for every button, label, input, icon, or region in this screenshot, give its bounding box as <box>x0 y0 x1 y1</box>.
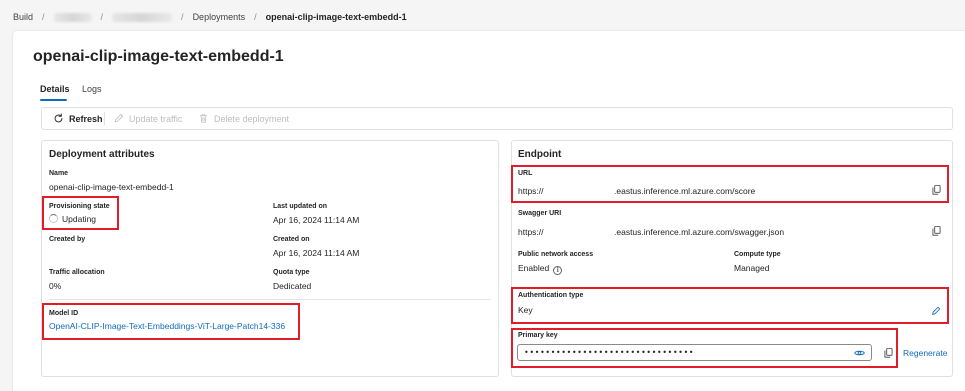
update-traffic-label: Update traffic <box>129 113 183 124</box>
public-network-access-text: Enabled <box>518 263 550 273</box>
last-updated-value: Apr 16, 2024 11:14 AM <box>273 215 360 225</box>
refresh-button[interactable]: Refresh <box>53 108 103 129</box>
public-network-access-value: Enabled i <box>518 263 563 275</box>
name-value: openai-clip-image-text-embedd-1 <box>49 182 174 192</box>
delete-deployment-label: Delete deployment <box>214 113 290 124</box>
refresh-icon <box>54 113 63 123</box>
update-traffic-button[interactable]: Update traffic <box>113 108 182 129</box>
swagger-prefix: https:// <box>518 227 544 237</box>
created-on-value: Apr 16, 2024 11:14 AM <box>273 248 360 258</box>
last-updated-label: Last updated on <box>273 203 328 210</box>
breadcrumb-deployments[interactable]: Deployments <box>193 12 246 22</box>
toolbar-divider <box>104 112 105 125</box>
highlight-model-id <box>42 303 300 340</box>
command-bar: Refresh Update traffic Delete deployment <box>41 107 953 130</box>
compute-type-label: Compute type <box>734 251 781 258</box>
public-network-access-label: Public network access <box>518 251 594 258</box>
quota-type-label: Quota type <box>273 269 310 276</box>
breadcrumb-separator: / <box>100 12 104 22</box>
section-divider <box>49 299 491 300</box>
deployment-attributes-panel <box>41 140 499 377</box>
copy-icon[interactable] <box>932 226 941 236</box>
active-tab-indicator <box>40 99 67 101</box>
info-icon[interactable]: i <box>553 266 563 275</box>
created-by-label: Created by <box>49 236 86 243</box>
delete-deployment-button[interactable]: Delete deployment <box>198 108 289 129</box>
tab-logs[interactable]: Logs <box>82 83 102 101</box>
breadcrumb-separator: / <box>254 12 257 22</box>
name-label: Name <box>49 170 69 177</box>
endpoint-heading: Endpoint <box>518 149 562 160</box>
breadcrumb-redacted-2[interactable] <box>112 12 173 22</box>
breadcrumb-redacted-1[interactable] <box>53 12 92 22</box>
highlight-provisioning-state <box>42 196 119 230</box>
regenerate-button[interactable]: Regenerate <box>903 348 947 358</box>
page-title: openai-clip-image-text-embedd-1 <box>33 48 284 65</box>
highlight-authentication-type <box>511 287 949 324</box>
refresh-label: Refresh <box>69 113 103 124</box>
deployment-attributes-heading: Deployment attributes <box>49 149 155 160</box>
breadcrumb-separator: / <box>42 12 45 22</box>
breadcrumb-build[interactable]: Build <box>13 12 33 22</box>
highlight-primary-key <box>511 328 898 368</box>
created-on-label: Created on <box>273 236 310 243</box>
breadcrumb-separator: / <box>181 12 184 22</box>
traffic-allocation-label: Traffic allocation <box>49 269 105 276</box>
swagger-uri-label: Swagger URI <box>518 210 562 217</box>
swagger-suffix: .eastus.inference.ml.azure.com/swagger.j… <box>614 227 785 237</box>
trash-icon <box>200 114 207 123</box>
traffic-allocation-value: 0% <box>49 281 62 291</box>
compute-type-value: Managed <box>734 263 770 273</box>
pencil-icon <box>114 113 124 123</box>
quota-type-value: Dedicated <box>273 281 312 291</box>
highlight-url <box>511 165 949 203</box>
breadcrumb: Build / / / Deployments / openai-clip-im… <box>13 10 407 24</box>
breadcrumb-current: openai-clip-image-text-embedd-1 <box>265 12 407 22</box>
